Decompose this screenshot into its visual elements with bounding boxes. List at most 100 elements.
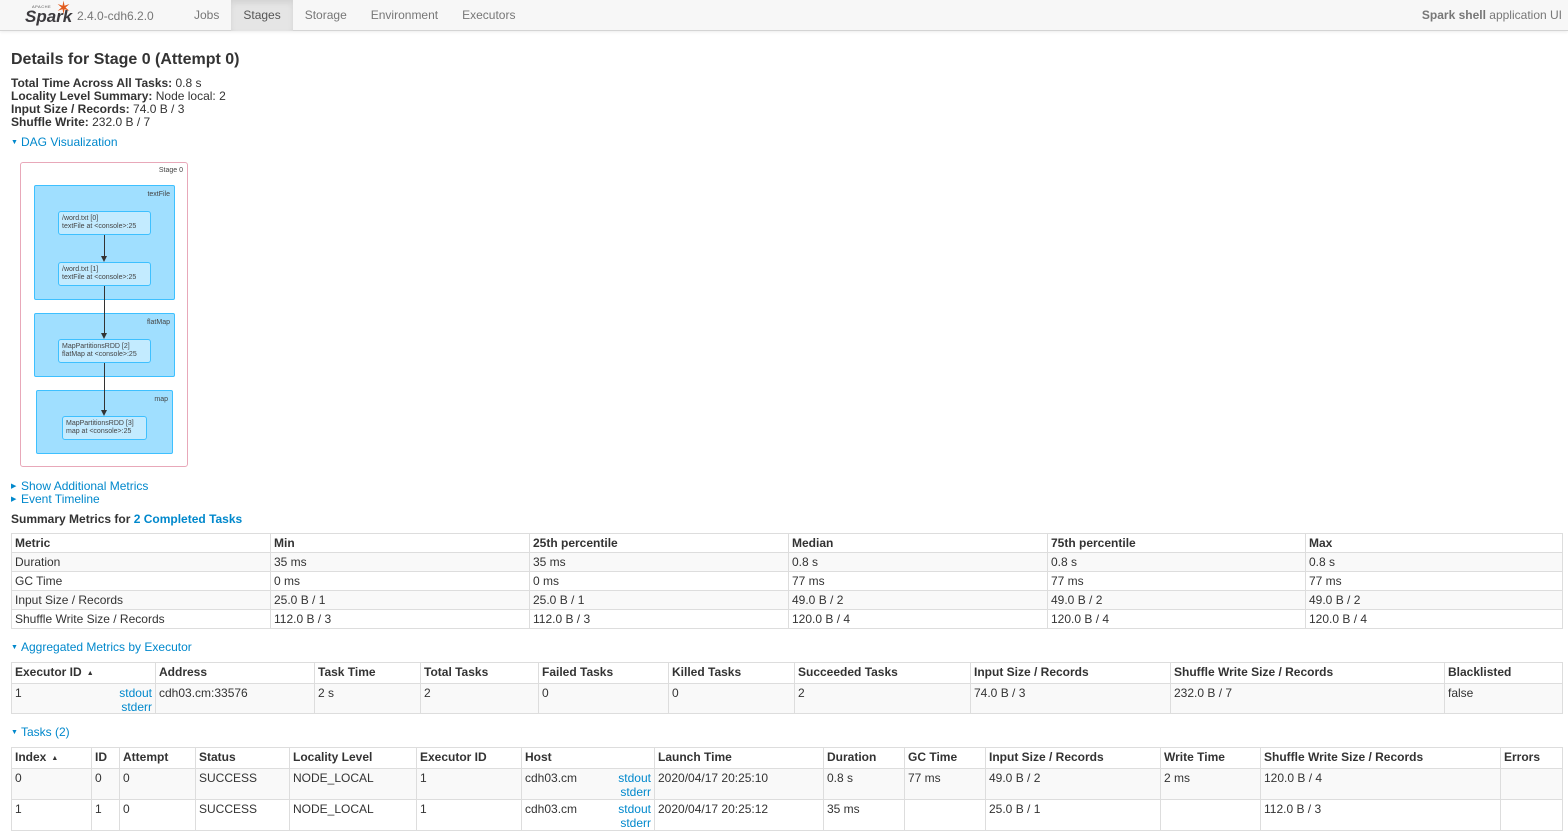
table-cell bbox=[904, 799, 986, 831]
table-cell: 35 ms bbox=[823, 799, 905, 831]
table-cell: 120.0 B / 4 bbox=[1260, 768, 1501, 800]
tab-executors[interactable]: Executors bbox=[450, 0, 527, 31]
completed-tasks-link[interactable]: 2 Completed Tasks bbox=[134, 512, 242, 526]
app-name: Spark shell bbox=[1421, 8, 1486, 22]
dag-visualization-toggle[interactable]: ▼ DAG Visualization bbox=[11, 136, 1562, 149]
cluster-label: flatMap bbox=[147, 319, 170, 326]
column-header[interactable]: Min bbox=[270, 533, 530, 553]
column-header[interactable]: Address bbox=[155, 662, 315, 684]
table-cell: 25.0 B / 1 bbox=[529, 590, 789, 610]
table-row: Duration 35 ms 35 ms 0.8 s 0.8 s 0.8 s bbox=[11, 552, 1563, 572]
table-cell: 0 bbox=[119, 799, 196, 831]
top-navbar: APACHE Spark ✶ 2.4.0-cdh6.2.0 Jobs Stage… bbox=[0, 0, 1568, 31]
dag-node-1[interactable]: /word.txt [1] textFile at <console>:25 bbox=[58, 262, 151, 286]
column-header[interactable]: Input Size / Records bbox=[985, 747, 1161, 769]
table-header-row: Metric Min 25th percentile Median 75th p… bbox=[11, 533, 1563, 553]
host-cell: cdh03.cm stdout stderr bbox=[521, 799, 655, 831]
tasks-table: Index ▲ ID Attempt Status Locality Level … bbox=[11, 747, 1563, 831]
show-additional-metrics-toggle[interactable]: ▶ Show Additional Metrics bbox=[11, 480, 1562, 493]
column-header[interactable]: GC Time bbox=[904, 747, 986, 769]
table-cell: 49.0 B / 2 bbox=[1305, 590, 1563, 610]
table-header-row: Index ▲ ID Attempt Status Locality Level … bbox=[11, 747, 1563, 769]
column-header[interactable]: 25th percentile bbox=[529, 533, 789, 553]
stdout-link[interactable]: stdout bbox=[119, 686, 152, 700]
table-cell: 74.0 B / 3 bbox=[970, 683, 1171, 714]
column-header[interactable]: Write Time bbox=[1160, 747, 1261, 769]
task-logs: stdout stderr bbox=[618, 802, 651, 830]
page-content: Details for Stage 0 (Attempt 0) Total Ti… bbox=[11, 50, 1562, 149]
table-cell: 49.0 B / 2 bbox=[788, 590, 1048, 610]
stderr-link[interactable]: stderr bbox=[618, 785, 651, 799]
column-header-executor-id[interactable]: Executor ID ▲ bbox=[11, 662, 156, 684]
column-header[interactable]: Launch Time bbox=[654, 747, 824, 769]
table-cell: 77 ms bbox=[1305, 571, 1563, 591]
dag-node-0[interactable]: /word.txt [0] textFile at <console>:25 bbox=[58, 211, 151, 235]
table-cell: 1 bbox=[416, 768, 522, 800]
table-cell: GC Time bbox=[11, 571, 271, 591]
host-cell: cdh03.cm stdout stderr bbox=[521, 768, 655, 800]
summary-value: Node local: 2 bbox=[152, 89, 226, 103]
column-header[interactable]: Blacklisted bbox=[1444, 662, 1563, 684]
column-header[interactable]: Locality Level bbox=[289, 747, 417, 769]
summary-metrics-prefix: Summary Metrics for bbox=[11, 512, 134, 526]
summary-metrics-heading: Summary Metrics for 2 Completed Tasks bbox=[11, 512, 1562, 526]
column-header[interactable]: Input Size / Records bbox=[970, 662, 1171, 684]
column-header[interactable]: Attempt bbox=[119, 747, 196, 769]
table-cell: 1 bbox=[91, 799, 120, 831]
column-header[interactable]: Max bbox=[1305, 533, 1563, 553]
column-header[interactable]: Task Time bbox=[314, 662, 421, 684]
column-header[interactable]: Status bbox=[195, 747, 290, 769]
table-cell: 0 ms bbox=[529, 571, 789, 591]
brand[interactable]: APACHE Spark ✶ 2.4.0-cdh6.2.0 bbox=[22, 0, 154, 31]
node-callsite: flatMap at <console>:25 bbox=[62, 351, 137, 358]
column-header-index[interactable]: Index ▲ bbox=[11, 747, 92, 769]
stderr-link[interactable]: stderr bbox=[618, 816, 651, 830]
summary-label: Locality Level Summary: bbox=[11, 89, 153, 103]
table-cell: 2 s bbox=[314, 683, 421, 714]
tab-storage[interactable]: Storage bbox=[293, 0, 359, 31]
task-logs: stdout stderr bbox=[618, 771, 651, 799]
table-cell: 2020/04/17 20:25:12 bbox=[654, 799, 824, 831]
aggregated-metrics-toggle[interactable]: ▼ Aggregated Metrics by Executor bbox=[11, 641, 1562, 654]
table-cell: 35 ms bbox=[270, 552, 530, 572]
table-cell: SUCCESS bbox=[195, 768, 290, 800]
column-header[interactable]: Errors bbox=[1500, 747, 1563, 769]
stderr-link[interactable]: stderr bbox=[119, 700, 152, 714]
dag-node-2[interactable]: MapPartitionsRDD [2] flatMap at <console… bbox=[58, 339, 151, 363]
stdout-link[interactable]: stdout bbox=[618, 802, 651, 816]
tab-jobs[interactable]: Jobs bbox=[182, 0, 231, 31]
column-header[interactable]: ID bbox=[91, 747, 120, 769]
node-callsite: textFile at <console>:25 bbox=[62, 223, 137, 230]
dag-stage-box: Stage 0 textFile /word.txt [0] textFile … bbox=[20, 162, 188, 467]
column-header[interactable]: Shuffle Write Size / Records bbox=[1170, 662, 1445, 684]
column-header[interactable]: Succeeded Tasks bbox=[794, 662, 971, 684]
table-header-row: Executor ID ▲ Address Task Time Total Tas… bbox=[11, 662, 1563, 684]
tab-stages[interactable]: Stages bbox=[231, 0, 293, 31]
spark-star-icon: ✶ bbox=[56, 0, 72, 18]
spark-logo[interactable]: APACHE Spark ✶ bbox=[22, 0, 74, 30]
table-cell: 49.0 B / 2 bbox=[1047, 590, 1306, 610]
column-header[interactable]: Killed Tasks bbox=[668, 662, 795, 684]
table-cell: 120.0 B / 4 bbox=[1305, 609, 1563, 629]
column-header[interactable]: Host bbox=[521, 747, 655, 769]
dag-stage-label: Stage 0 bbox=[158, 167, 183, 174]
column-header[interactable]: Executor ID bbox=[416, 747, 522, 769]
summary-metrics-table: Metric Min 25th percentile Median 75th p… bbox=[11, 533, 1563, 629]
column-header[interactable]: Shuffle Write Size / Records bbox=[1260, 747, 1501, 769]
table-cell: 25.0 B / 1 bbox=[985, 799, 1161, 831]
table-cell: Shuffle Write Size / Records bbox=[11, 609, 271, 629]
stdout-link[interactable]: stdout bbox=[618, 771, 651, 785]
column-header[interactable]: Duration bbox=[823, 747, 905, 769]
event-timeline-toggle[interactable]: ▶ Event Timeline bbox=[11, 493, 1562, 506]
summary-label: Total Time Across All Tasks: bbox=[11, 76, 173, 90]
dag-node-3[interactable]: MapPartitionsRDD [3] map at <console>:25 bbox=[62, 416, 147, 440]
column-header[interactable]: Metric bbox=[11, 533, 271, 553]
column-header[interactable]: Failed Tasks bbox=[538, 662, 669, 684]
tasks-toggle[interactable]: ▼ Tasks (2) bbox=[11, 726, 1562, 739]
tab-environment[interactable]: Environment bbox=[359, 0, 450, 31]
column-header[interactable]: Total Tasks bbox=[420, 662, 539, 684]
column-header[interactable]: Median bbox=[788, 533, 1048, 553]
arrow-right-icon: ▶ bbox=[11, 483, 17, 490]
column-header[interactable]: 75th percentile bbox=[1047, 533, 1306, 553]
node-name: /word.txt [1] bbox=[62, 266, 99, 273]
